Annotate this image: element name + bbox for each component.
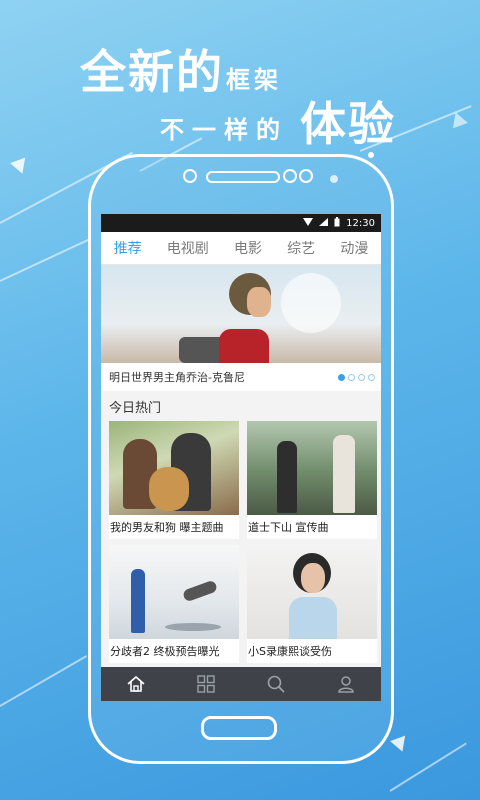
banner-sky-glow	[281, 273, 341, 333]
tab-movie[interactable]: 电影	[234, 238, 262, 258]
video-card[interactable]: 道士下山 宣传曲	[247, 421, 377, 539]
promo-headline-big-2: 体验	[300, 97, 396, 151]
carousel-dot[interactable]	[358, 373, 365, 381]
tab-recommend[interactable]: 推荐	[114, 238, 142, 258]
promo-headline-big-1: 全新的	[80, 45, 224, 99]
category-tabs: 推荐 电视剧 电影 综艺 动漫	[101, 232, 381, 265]
user-icon	[338, 676, 354, 693]
deco-line	[0, 655, 88, 707]
nav-search[interactable]	[256, 670, 296, 698]
video-thumbnail[interactable]	[109, 421, 239, 515]
phone-camera	[183, 169, 197, 183]
status-time: 12:30	[346, 217, 375, 229]
phone-speaker	[206, 171, 280, 183]
video-thumbnail[interactable]	[247, 421, 377, 515]
triangle-decoration	[390, 735, 410, 755]
bottom-nav	[101, 667, 381, 701]
section-title: 今日热门	[101, 391, 381, 421]
battery-icon	[334, 216, 340, 230]
banner-figure-body	[219, 329, 269, 363]
hot-grid: 我的男友和狗 曝主题曲 道士下山 宣传曲 分歧者2 终极预告曝光 小S录康熙谈受…	[101, 421, 381, 669]
carousel-dot[interactable]	[368, 373, 375, 381]
banner-caption-bar: 明日世界男主角乔治-克鲁尼	[101, 363, 381, 391]
video-title: 我的男友和狗 曝主题曲	[110, 521, 224, 534]
wifi-icon	[303, 217, 314, 229]
thumb-figure-face	[301, 563, 325, 593]
thumb-figure	[277, 441, 297, 513]
promo-headline-small-1: 框架	[226, 66, 282, 94]
banner-figure-face	[247, 287, 271, 317]
video-title: 分歧者2 终极预告曝光	[110, 645, 220, 658]
thumb-figure	[181, 579, 219, 603]
promo-headline-small-2: 不一样的	[160, 116, 288, 144]
deco-line	[0, 237, 92, 282]
carousel-indicator	[338, 373, 375, 381]
search-icon	[267, 675, 285, 693]
tab-anime[interactable]: 动漫	[340, 238, 368, 258]
tab-tv[interactable]: 电视剧	[167, 238, 209, 258]
thumb-platform	[165, 623, 221, 631]
phone-sensor	[299, 169, 313, 183]
triangle-decoration	[10, 157, 30, 177]
nav-profile[interactable]	[326, 670, 366, 698]
banner-caption: 明日世界男主角乔治-克鲁尼	[109, 371, 245, 384]
nav-category[interactable]	[186, 670, 226, 698]
grid-icon	[197, 675, 215, 693]
app-screen: 12:30 推荐 电视剧 电影 综艺 动漫 明日世界男主角乔治-克鲁尼 今日热门	[101, 214, 381, 701]
carousel-dot[interactable]	[348, 373, 355, 381]
video-thumbnail[interactable]	[109, 545, 239, 639]
video-title: 道士下山 宣传曲	[248, 521, 329, 534]
carousel-dot[interactable]	[338, 373, 345, 381]
signal-icon	[319, 217, 329, 229]
video-thumbnail[interactable]	[247, 545, 377, 639]
phone-home-button	[201, 716, 277, 740]
thumb-figure-dress	[289, 597, 337, 639]
status-bar: 12:30	[101, 214, 381, 232]
phone-sensor	[283, 169, 297, 183]
thumb-dog	[149, 467, 189, 511]
nav-home[interactable]	[116, 670, 156, 698]
banner-image[interactable]	[101, 265, 381, 363]
video-card[interactable]: 小S录康熙谈受伤	[247, 545, 377, 663]
tab-variety[interactable]: 综艺	[287, 238, 315, 258]
thumb-figure	[131, 569, 145, 633]
home-icon	[127, 675, 145, 692]
video-card[interactable]: 分歧者2 终极预告曝光	[109, 545, 239, 663]
video-card[interactable]: 我的男友和狗 曝主题曲	[109, 421, 239, 539]
video-title: 小S录康熙谈受伤	[248, 645, 332, 658]
thumb-figure	[333, 435, 355, 513]
